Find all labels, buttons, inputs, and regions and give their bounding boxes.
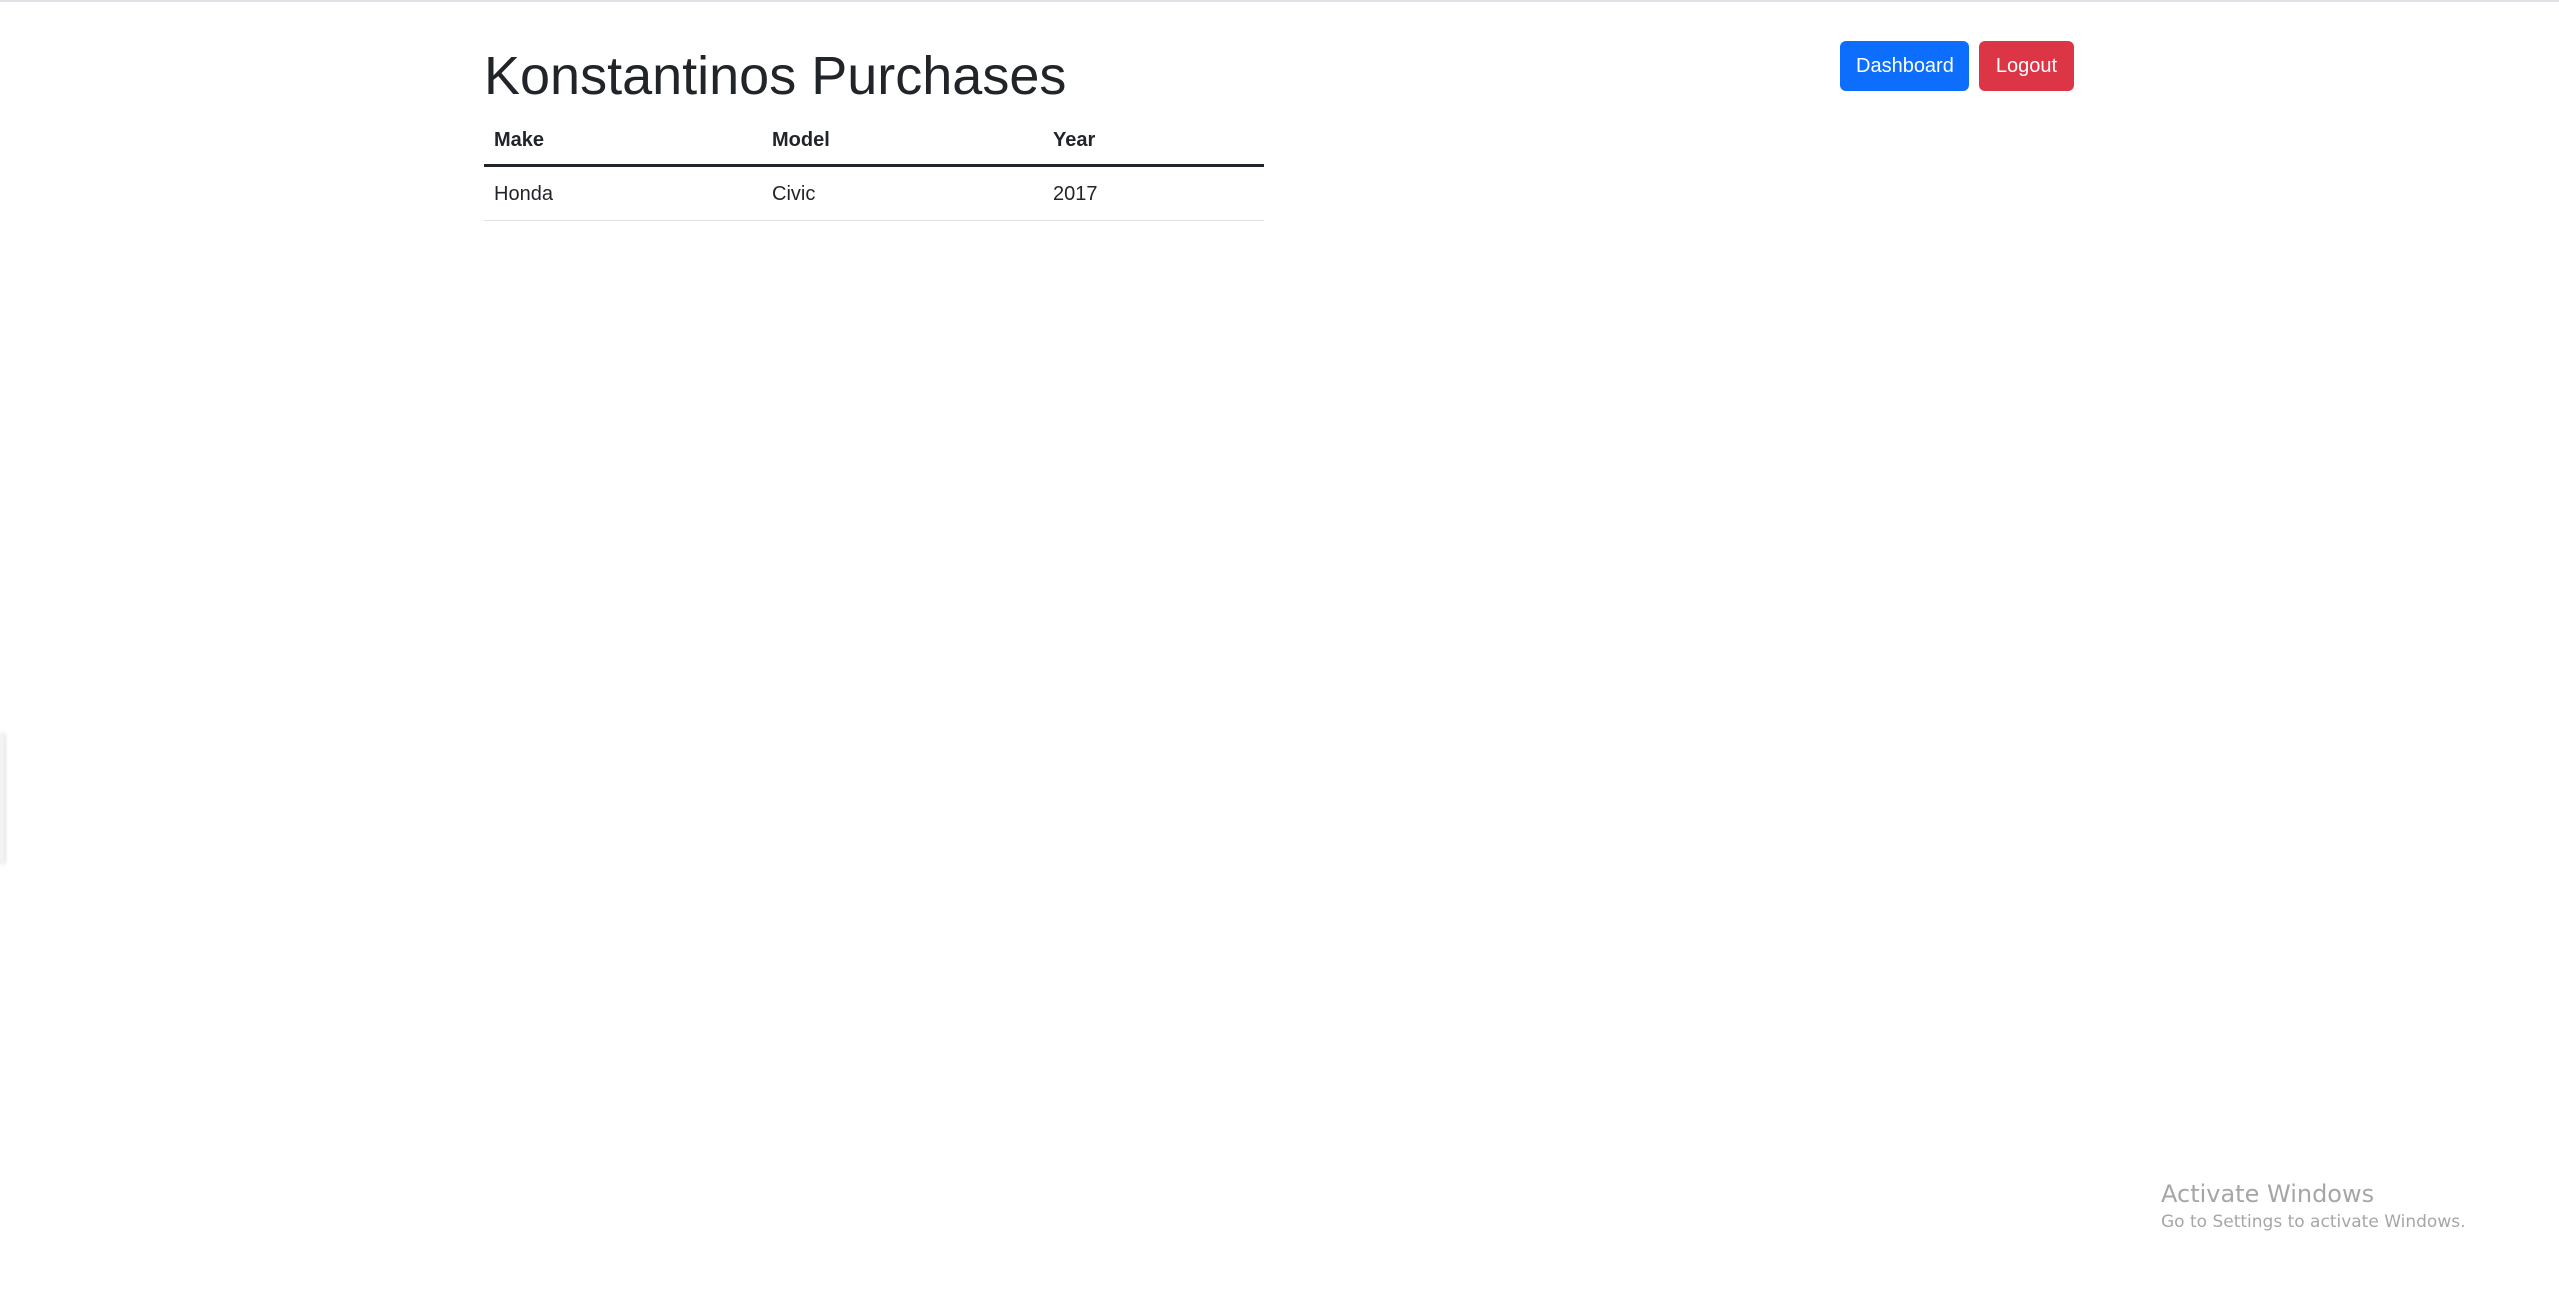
purchases-table: Make Model Year Honda Civic 2017 [484, 114, 1264, 221]
cell-model: Civic [762, 165, 1043, 221]
cell-year: 2017 [1043, 165, 1264, 221]
column-header-year: Year [1043, 114, 1264, 167]
table-header-row: Make Model Year [484, 114, 1264, 167]
dashboard-button[interactable]: Dashboard [1840, 41, 1969, 91]
header-actions: Dashboard Logout [1840, 41, 2074, 91]
watermark-title: Activate Windows [2161, 1180, 2375, 1208]
watermark-subtitle: Go to Settings to activate Windows. [2161, 1212, 2466, 1232]
cell-make: Honda [484, 165, 762, 221]
logout-button[interactable]: Logout [1979, 41, 2074, 91]
activate-windows-watermark: Activate Windows Go to Settings to activ… [2161, 1178, 2466, 1234]
column-header-make: Make [484, 114, 762, 167]
side-panel-handle[interactable] [0, 734, 4, 864]
table-row: Honda Civic 2017 [484, 165, 1264, 221]
page-title: Konstantinos Purchases [484, 46, 1067, 106]
column-header-model: Model [762, 114, 1043, 167]
